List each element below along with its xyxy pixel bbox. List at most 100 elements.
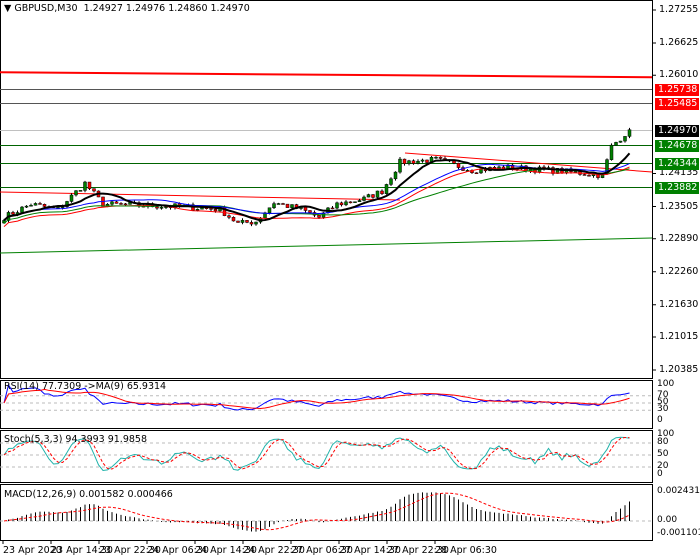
candle-body: [357, 200, 362, 202]
candle-body: [420, 159, 425, 162]
candle-body: [38, 203, 42, 205]
candle-body: [195, 208, 200, 211]
candle-body: [627, 129, 632, 137]
macd-axis-label: -0.001101: [657, 528, 700, 539]
price-axis-label: 1.21015: [659, 330, 699, 342]
candle-body: [474, 172, 479, 175]
price-axis-label: 1.22260: [659, 265, 699, 277]
candle-body: [267, 207, 272, 214]
candle-body: [416, 160, 420, 164]
candle-body: [20, 206, 24, 213]
candle-body: [42, 204, 47, 207]
rsi-axis-label: 0: [657, 415, 663, 425]
price-level-tag: 1.25738: [655, 83, 699, 96]
chart-canvas[interactable]: [0, 0, 700, 560]
candle-body: [290, 204, 294, 208]
price-axis-label: 1.20385: [659, 364, 699, 375]
candle-body: [123, 203, 128, 206]
price-axis-label: 1.26625: [659, 37, 699, 48]
candle-body: [114, 201, 119, 204]
candle-body: [398, 158, 402, 173]
candle-body: [231, 217, 236, 222]
candle-body: [582, 174, 587, 176]
candle-body: [362, 196, 366, 201]
candle-body: [366, 194, 371, 198]
price-axis-label: 1.27255: [659, 4, 699, 15]
candle-body: [389, 178, 393, 185]
candle-body: [276, 203, 281, 205]
symbol-header: ▼ GBPUSD,M30 1.24927 1.24976 1.24860 1.2…: [4, 3, 250, 14]
candle-body: [87, 181, 92, 189]
candle-body: [272, 203, 276, 209]
candle-body: [456, 162, 461, 168]
macd-label: MACD(12,26,9) 0.001582 0.000466: [4, 489, 173, 500]
pane-border-0: [0, 0, 653, 379]
candle-body: [240, 220, 245, 223]
candle-body: [371, 194, 375, 198]
candle-body: [24, 205, 29, 208]
ohlc-values: 1.24927 1.24976 1.24860 1.24970: [83, 3, 250, 14]
price-axis-label: 1.23505: [659, 200, 699, 212]
dropdown-triangle-icon[interactable]: ▼: [4, 3, 14, 14]
candle-body: [411, 160, 416, 164]
candle-body: [434, 156, 438, 159]
candle-body: [209, 208, 213, 210]
candle-body: [83, 181, 87, 191]
candle-body: [119, 203, 123, 205]
candle-body: [425, 159, 429, 163]
candle-body: [330, 207, 335, 210]
candle-body: [227, 215, 231, 218]
candle-body: [348, 201, 353, 204]
candle-body: [623, 136, 627, 142]
candle-body: [438, 156, 443, 159]
stoch-label: Stoch(5,3,3) 94.3993 91.9858: [4, 434, 148, 445]
resistance-line: [0, 71, 653, 79]
price-axis-label: 1.21630: [659, 298, 699, 310]
candle-body: [303, 206, 308, 211]
candle-body: [335, 202, 339, 209]
candle-body: [452, 160, 456, 164]
candle-body: [200, 207, 204, 210]
candle-body: [380, 190, 384, 194]
macd-axis-label: 0.002431: [657, 485, 700, 496]
candle-body: [609, 144, 614, 160]
candle-body: [92, 188, 96, 192]
candle-body: [11, 212, 15, 215]
candle-body: [614, 142, 618, 146]
price-level-tag: 1.23882: [655, 181, 699, 194]
stoch-axis-label: 80: [657, 437, 669, 447]
stoch-axis-label: 0: [657, 469, 663, 479]
candle-body: [254, 221, 258, 225]
candle-body: [587, 174, 591, 177]
candle-body: [245, 220, 249, 223]
candle-body: [249, 222, 254, 225]
macd-axis-label: 0.00: [657, 515, 678, 525]
price-level-tag: 1.24344: [655, 157, 699, 170]
candle-body: [407, 160, 411, 164]
candle-body: [344, 201, 348, 206]
price-axis-label: 1.22890: [659, 232, 699, 244]
candle-body: [339, 202, 344, 206]
candle-body: [159, 207, 164, 209]
candle-body: [110, 201, 114, 205]
candle-body: [402, 158, 407, 164]
price-level-tag: 1.24970: [655, 124, 699, 137]
candle-body: [213, 208, 218, 212]
candle-body: [78, 190, 83, 192]
candle-body: [317, 214, 321, 218]
candle-body: [353, 201, 357, 203]
candle-body: [281, 203, 285, 205]
candle-body: [29, 204, 33, 207]
candle-body: [573, 171, 578, 173]
price-level-tag: 1.24678: [655, 139, 699, 152]
candle-body: [74, 190, 78, 196]
symbol-label: GBPUSD,M30: [14, 3, 78, 14]
candle-body: [33, 203, 38, 206]
candle-body: [236, 220, 240, 223]
trend-line-red: [0, 191, 401, 201]
candle-body: [618, 140, 623, 143]
candle-body: [375, 190, 380, 198]
rsi-label: RSI(14) 77.7309 ->MA(9) 65.9314: [4, 381, 167, 392]
time-axis-label: 28 Apr 06:30: [435, 545, 497, 556]
candle-body: [393, 171, 398, 180]
